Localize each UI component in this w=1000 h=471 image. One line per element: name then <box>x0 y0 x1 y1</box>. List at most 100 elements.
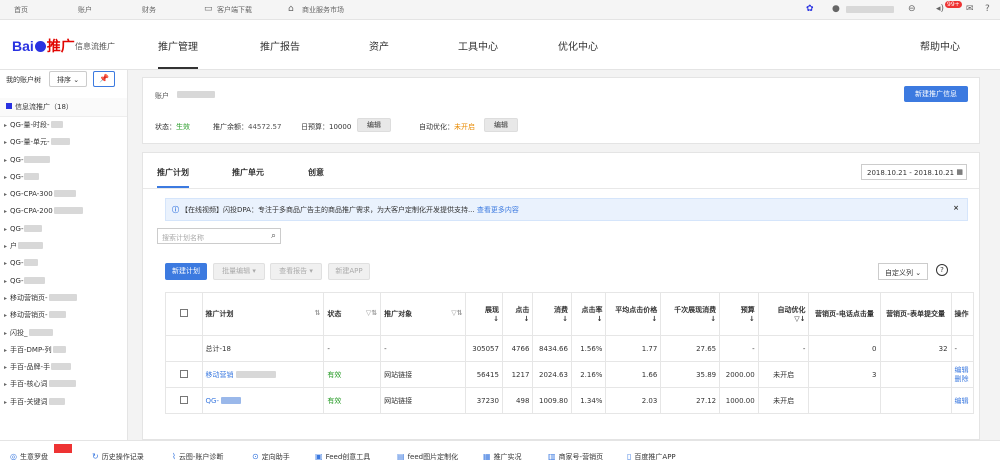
sidebar-campaign-item[interactable]: 移动营销页- <box>0 290 127 307</box>
sidebar-campaign-item[interactable]: QG-CPA-300 <box>0 186 127 203</box>
col-cpm[interactable]: 千次展现消费 ↓ <box>660 292 721 336</box>
col-ctr[interactable]: 点击率 ↓ <box>570 292 607 336</box>
col-auto-optimize[interactable]: 自动优化 ▽↓ <box>757 292 810 336</box>
edit-budget-button[interactable]: 编辑 <box>357 118 391 132</box>
budget-field: 日预算：10000 <box>301 123 352 131</box>
col-budget[interactable]: 预算 ↓ <box>719 292 759 336</box>
tool-feed-image[interactable]: ▤ feed图片定制化 <box>397 452 458 462</box>
sidebar-campaign-item[interactable]: 户 <box>0 238 127 255</box>
nav-assets[interactable]: 资产 <box>369 38 389 53</box>
new-promotion-button[interactable]: 新建推广信息 <box>904 86 968 102</box>
nav-promotion-management[interactable]: 推广管理 <box>158 38 198 69</box>
edit-link[interactable]: 编辑 <box>955 366 969 374</box>
col-impressions[interactable]: 展现 ↓ <box>465 292 503 336</box>
user-icon[interactable]: ● <box>832 4 840 14</box>
edit-link[interactable]: 编辑 <box>955 397 969 405</box>
help-icon[interactable]: ? <box>936 264 948 276</box>
search-icon: ⌕ <box>270 231 276 241</box>
search-input[interactable]: 搜索计划名称 ⌕ <box>157 228 281 244</box>
tool-merchant-page[interactable]: ▥ 商家号-营销页 <box>548 452 603 462</box>
view-report-button[interactable]: 查看报告 ▾ <box>270 263 322 280</box>
tab-ad-groups[interactable]: 推广单元 <box>232 167 264 178</box>
sidebar-campaign-item[interactable]: QG-量-单元- <box>0 134 127 151</box>
sidebar-campaign-item[interactable]: QG-CPA-200 <box>0 203 127 220</box>
notice-banner: ⓘ 【在线视频】闪投DPA：专注于多商品广告主的商品推广需求，为大客户定制化开发提… <box>165 198 968 221</box>
compass-icon: ◎ <box>10 452 17 461</box>
topbar-link-market[interactable]: 商业服务市场 <box>302 5 344 15</box>
col-cpc[interactable]: 平均点击价格 ↓ <box>605 292 662 336</box>
campaign-table: 推广计划 ⇅ 状态 ▽⇅ 推广对象 ▽⇅ 展现 ↓ 点击 ↓ 消费 ↓ 点击率 ↓ 平均点击价… <box>165 292 975 414</box>
topbar-link-finance[interactable]: 财务 <box>142 5 156 15</box>
sidebar-campaign-item[interactable]: 手百-关键词 <box>0 394 127 411</box>
tab-creatives[interactable]: 创意 <box>308 167 324 178</box>
topbar-link-home[interactable]: 首页 <box>14 5 28 15</box>
tool-feed-creative[interactable]: ▣ Feed创意工具 <box>315 452 370 462</box>
new-campaign-button[interactable]: 新建计划 <box>165 263 207 280</box>
custom-columns-select[interactable]: 自定义列 ⌄ <box>878 263 928 280</box>
col-campaign[interactable]: 推广计划 ⇅ <box>201 292 325 336</box>
sort-select[interactable]: 排序 ⌄ <box>49 71 87 87</box>
sidebar-campaign-item[interactable]: 闪投_ <box>0 325 127 342</box>
edit-auto-optimize-button[interactable]: 编辑 <box>484 118 518 132</box>
nav-tool-center[interactable]: 工具中心 <box>458 38 498 53</box>
nav-optimization-center[interactable]: 优化中心 <box>558 38 598 53</box>
chart-icon: ⌇ <box>172 452 176 461</box>
product-name: 信息流推广 <box>75 42 115 51</box>
topbar-link-account[interactable]: 账户 <box>78 5 92 15</box>
question-icon[interactable]: ? <box>985 4 990 14</box>
pin-icon[interactable]: 📌 <box>93 71 115 87</box>
sidebar-campaign-item[interactable]: QG- <box>0 255 127 272</box>
tool-cloud-diagnosis[interactable]: ⌇ 云图-账户诊断 <box>172 452 223 462</box>
campaign-name-link[interactable]: QG- <box>201 387 325 414</box>
baidu-logo[interactable]: Bai 推广 <box>12 36 75 56</box>
tree-root[interactable]: 信息流推广（18） <box>0 98 127 117</box>
tool-app[interactable]: ▯ 百度推广APP <box>627 452 676 462</box>
select-all-checkbox[interactable] <box>165 292 203 336</box>
close-icon[interactable]: × <box>953 204 959 212</box>
row-checkbox[interactable] <box>165 387 203 414</box>
sidebar-campaign-item[interactable]: 手百-核心词 <box>0 376 127 393</box>
batch-edit-button[interactable]: 批量编辑 ▾ <box>213 263 265 280</box>
col-form-submits[interactable]: 营销页-表单提交量 <box>879 292 952 336</box>
new-app-button[interactable]: 新建APP <box>328 263 370 280</box>
bottom-toolbar: ◎ 生意罗盘 ↻ 历史操作记录 ⌇ 云图-账户诊断 ⊙ 定向助手 ▣ Feed创意工具 ▤… <box>0 440 1000 471</box>
table-row-total: 总计-18 - - 305057 4766 8434.66 1.56% 1.77… <box>165 335 975 362</box>
col-cost[interactable]: 消费 ↓ <box>532 292 572 336</box>
picture-icon: ▤ <box>397 452 405 461</box>
col-status[interactable]: 状态 ▽⇅ <box>323 292 382 336</box>
sidebar-campaign-item[interactable]: QG-量-时段- <box>0 117 127 134</box>
topbar-link-download[interactable]: 客户端下载 <box>217 5 252 15</box>
minus-circle-icon[interactable]: ⊖ <box>908 4 916 14</box>
notice-more-link[interactable]: 查看更多内容 <box>477 206 519 214</box>
sidebar-campaign-item[interactable]: QG- <box>0 273 127 290</box>
tool-business-compass[interactable]: ◎ 生意罗盘 <box>10 452 48 462</box>
col-object[interactable]: 推广对象 ▽⇅ <box>380 292 467 336</box>
nav-help-center[interactable]: 帮助中心 <box>920 38 960 53</box>
tab-campaigns[interactable]: 推广计划 <box>157 167 189 188</box>
tool-history[interactable]: ↻ 历史操作记录 <box>92 452 144 462</box>
nav-promotion-report[interactable]: 推广报告 <box>260 38 300 53</box>
tool-live-promotion[interactable]: ▦ 推广实况 <box>483 452 522 462</box>
tool-targeting[interactable]: ⊙ 定向助手 <box>252 452 290 462</box>
info-icon: ⓘ <box>172 206 179 214</box>
speaker-icon[interactable]: ◂) <box>936 4 944 14</box>
row-checkbox[interactable] <box>165 361 203 388</box>
col-phone-clicks[interactable]: 营销页-电话点击量 <box>808 292 881 336</box>
chevron-down-icon: ⌄ <box>73 76 80 84</box>
col-clicks[interactable]: 点击 ↓ <box>501 292 534 336</box>
paw-icon[interactable]: ✿ <box>806 4 814 14</box>
balance-field: 推广余额：44572.57 <box>213 123 282 131</box>
top-utility-bar: 首页 账户 财务 ▭ 客户端下载 ⌂ 商业服务市场 ✿ ● ⊖ ◂) 99+ ✉… <box>0 0 1000 20</box>
sidebar-campaign-item[interactable]: QG- <box>0 221 127 238</box>
calendar-icon: ▦ <box>956 168 963 176</box>
campaign-name-link[interactable]: 移动营销 <box>201 361 325 388</box>
sidebar-campaign-item[interactable]: 手百-DMP-列 <box>0 342 127 359</box>
sidebar-campaign-item[interactable]: QG- <box>0 152 127 169</box>
date-range-picker[interactable]: 2018.10.21 - 2018.10.21 ▦ <box>861 164 967 180</box>
mail-icon[interactable]: ✉ <box>966 4 974 14</box>
delete-link[interactable]: 删除 <box>955 375 969 383</box>
sidebar-campaign-item[interactable]: 手百-品牌-手 <box>0 359 127 376</box>
store-icon: ▥ <box>548 452 556 461</box>
sidebar-campaign-item[interactable]: QG- <box>0 169 127 186</box>
sidebar-campaign-item[interactable]: 移动营销页- <box>0 307 127 324</box>
